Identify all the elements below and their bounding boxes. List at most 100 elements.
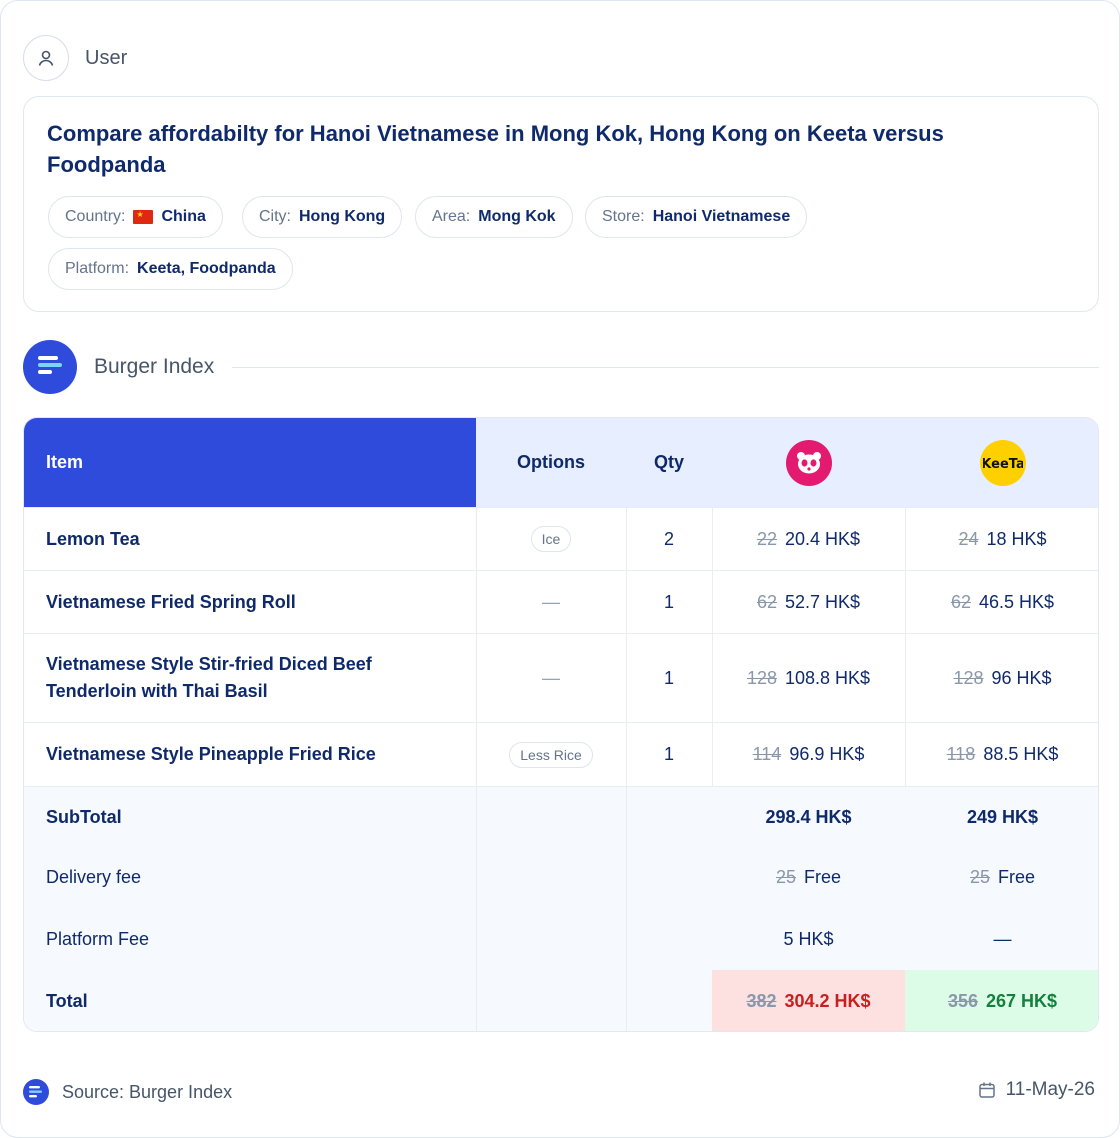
foodpanda-price: 128 108.8 HK$: [712, 634, 905, 722]
foodpanda-price: 22 20.4 HK$: [712, 508, 905, 570]
chip-value: Mong Kok: [478, 208, 556, 225]
chip-country: Country: ★ China: [48, 196, 223, 238]
item-name: Vietnamese Style Pineapple Fried Rice: [46, 744, 376, 764]
discounted-price: 88.5 HK$: [983, 744, 1059, 764]
user-label: User: [85, 46, 128, 69]
original-price: 22: [756, 528, 777, 549]
foodpanda-total: 382 304.2 HK$: [712, 970, 905, 1031]
divider: [232, 366, 1099, 368]
discounted-price: 108.8 HK$: [784, 667, 871, 688]
discounted-price: 52.7 HK$: [784, 591, 861, 612]
header-qty: Qty: [653, 452, 684, 472]
china-flag-icon: ★: [133, 210, 154, 224]
delivery-label: Delivery fee: [46, 867, 142, 887]
keeta-total: 356 267 HK$: [905, 970, 1098, 1031]
item-option: Ice: [476, 508, 626, 570]
item-name: Vietnamese Style Stir-fried Diced Beef T…: [46, 654, 372, 701]
foodpanda-platform-fee: 5 HK$: [783, 928, 834, 949]
table-row: Vietnamese Style Pineapple Fried Rice Le…: [24, 722, 1098, 786]
keeta-price: 62 46.5 HK$: [905, 571, 1098, 633]
chat-card: User Compare affordabilty for Hanoi Viet…: [0, 0, 1120, 1138]
fee-value: Free: [804, 867, 842, 887]
item-qty: 1: [663, 591, 674, 612]
query-title: Compare affordabilty for Hanoi Vietnames…: [47, 121, 944, 177]
chip-key: Area:: [432, 208, 471, 225]
user-row: User: [23, 35, 127, 81]
original-total: 356: [947, 991, 978, 1011]
chip-value: China: [161, 208, 206, 225]
original-price: 62: [756, 591, 777, 612]
subtotal-row: SubTotal 298.4 HK$ 249 HK$: [24, 786, 1098, 847]
comparison-table: Item Options Qty KeeTa Lemon Tea Ice 2 2…: [23, 417, 1099, 1032]
delivery-row: Delivery fee 25 Free 25 Free: [24, 847, 1098, 908]
table-row: Vietnamese Fried Spring Roll — 1 62 52.7 …: [24, 570, 1098, 633]
section-title: Burger Index: [94, 355, 215, 378]
calendar-icon: [978, 1082, 995, 1098]
original-price: 128: [746, 667, 777, 688]
header-options: Options: [517, 452, 585, 472]
query-card: Compare affordabilty for Hanoi Vietnames…: [23, 96, 1099, 312]
user-icon: [23, 35, 69, 81]
original-total: 382: [746, 991, 777, 1011]
foodpanda-logo: [785, 439, 832, 486]
subtotal-label: SubTotal: [46, 806, 122, 827]
chip-key: Platform:: [65, 260, 130, 277]
original-fee: 25: [969, 867, 990, 887]
section-header: Burger Index: [23, 340, 1099, 394]
original-price: 24: [958, 528, 979, 549]
discounted-total: 267 HK$: [986, 991, 1058, 1011]
foodpanda-subtotal: 298.4 HK$: [765, 806, 852, 827]
source-text: Source: Burger Index: [62, 1081, 233, 1102]
foodpanda-delivery: 25 Free: [712, 847, 905, 908]
platform-fee-row: Platform Fee 5 HK$ —: [24, 908, 1098, 970]
burger-index-logo: [23, 1079, 49, 1105]
keeta-platform-fee: —: [993, 928, 1012, 949]
chip-area: Area: Mong Kok: [415, 196, 573, 238]
item-option: Less Rice: [476, 723, 626, 786]
svg-text:KeeTa: KeeTa: [983, 457, 1023, 472]
source: Source: Burger Index: [23, 1079, 232, 1105]
original-price: 118: [946, 744, 976, 764]
chip-value: Keeta, Foodpanda: [137, 260, 276, 277]
total-label: Total: [46, 991, 88, 1011]
discounted-price: 46.5 HK$: [978, 591, 1055, 612]
table-row: Vietnamese Style Stir-fried Diced Beef T…: [24, 633, 1098, 722]
item-qty: 1: [663, 744, 674, 764]
discounted-price: 96.9 HK$: [789, 744, 865, 764]
discounted-total: 304.2 HK$: [784, 991, 871, 1011]
header-item: Item: [24, 418, 476, 507]
keeta-price: 118 88.5 HK$: [905, 723, 1098, 786]
total-row: Total 382 304.2 HK$ 356 267 HK$: [24, 970, 1098, 1031]
keeta-price: 128 96 HK$: [905, 634, 1098, 722]
date: 11-May-26: [978, 1079, 1095, 1101]
chip-key: Store:: [602, 208, 645, 225]
header-foodpanda: [712, 418, 905, 507]
original-price: 62: [950, 591, 971, 612]
platform-fee-label: Platform Fee: [46, 928, 150, 949]
keeta-logo: KeeTa: [979, 439, 1026, 486]
chip-key: City:: [259, 208, 291, 225]
chip-store: Store: Hanoi Vietnamese: [585, 196, 808, 238]
original-fee: 25: [775, 867, 796, 887]
item-name: Lemon Tea: [46, 528, 140, 549]
date-text: 11-May-26: [1005, 1079, 1095, 1100]
table-row: Lemon Tea Ice 2 22 20.4 HK$ 24 18 HK$: [24, 507, 1098, 570]
option-chip: Ice: [530, 526, 572, 552]
keeta-price: 24 18 HK$: [905, 508, 1098, 570]
original-price: 114: [752, 744, 782, 764]
chip-value: Hanoi Vietnamese: [652, 208, 791, 225]
burger-index-logo: [23, 340, 77, 394]
discounted-price: 96 HK$: [991, 667, 1052, 688]
foodpanda-price: 114 96.9 HK$: [712, 723, 905, 786]
keeta-subtotal: 249 HK$: [966, 806, 1039, 827]
item-option: —: [542, 591, 560, 612]
fee-value: Free: [998, 867, 1036, 887]
table-header: Item Options Qty KeeTa: [24, 418, 1098, 507]
option-chip: Less Rice: [509, 741, 593, 768]
discounted-price: 18 HK$: [986, 528, 1047, 549]
chip-value: Hong Kong: [299, 208, 386, 225]
original-price: 128: [953, 667, 984, 688]
foodpanda-price: 62 52.7 HK$: [712, 571, 905, 633]
chip-city: City: Hong Kong: [242, 196, 403, 238]
item-option: —: [542, 667, 560, 688]
